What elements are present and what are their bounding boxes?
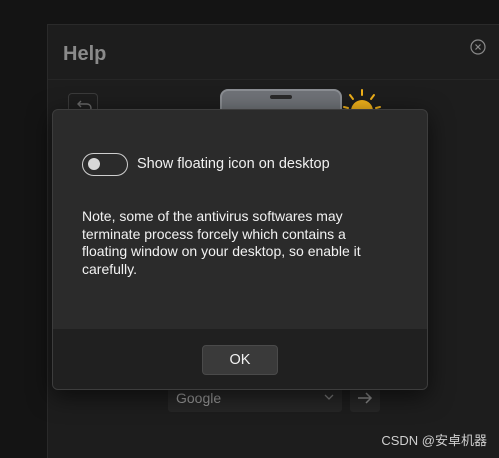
ok-button[interactable]: OK: [202, 345, 278, 375]
close-icon[interactable]: [470, 39, 486, 55]
chevron-down-icon: [324, 394, 334, 400]
floating-icon-dialog: Show floating icon on desktop Note, some…: [52, 109, 428, 390]
help-title: Help: [63, 43, 107, 65]
search-engine-value: Google: [176, 390, 222, 406]
floating-icon-toggle[interactable]: [82, 153, 128, 176]
floating-icon-toggle-label: Show floating icon on desktop: [137, 156, 330, 172]
device-notch: [270, 95, 292, 99]
watermark: CSDN @安卓机器: [381, 433, 487, 448]
antivirus-note: Note, some of the antivirus softwares ma…: [82, 208, 361, 277]
toggle-knob: [88, 158, 100, 170]
header-divider: [48, 79, 499, 80]
